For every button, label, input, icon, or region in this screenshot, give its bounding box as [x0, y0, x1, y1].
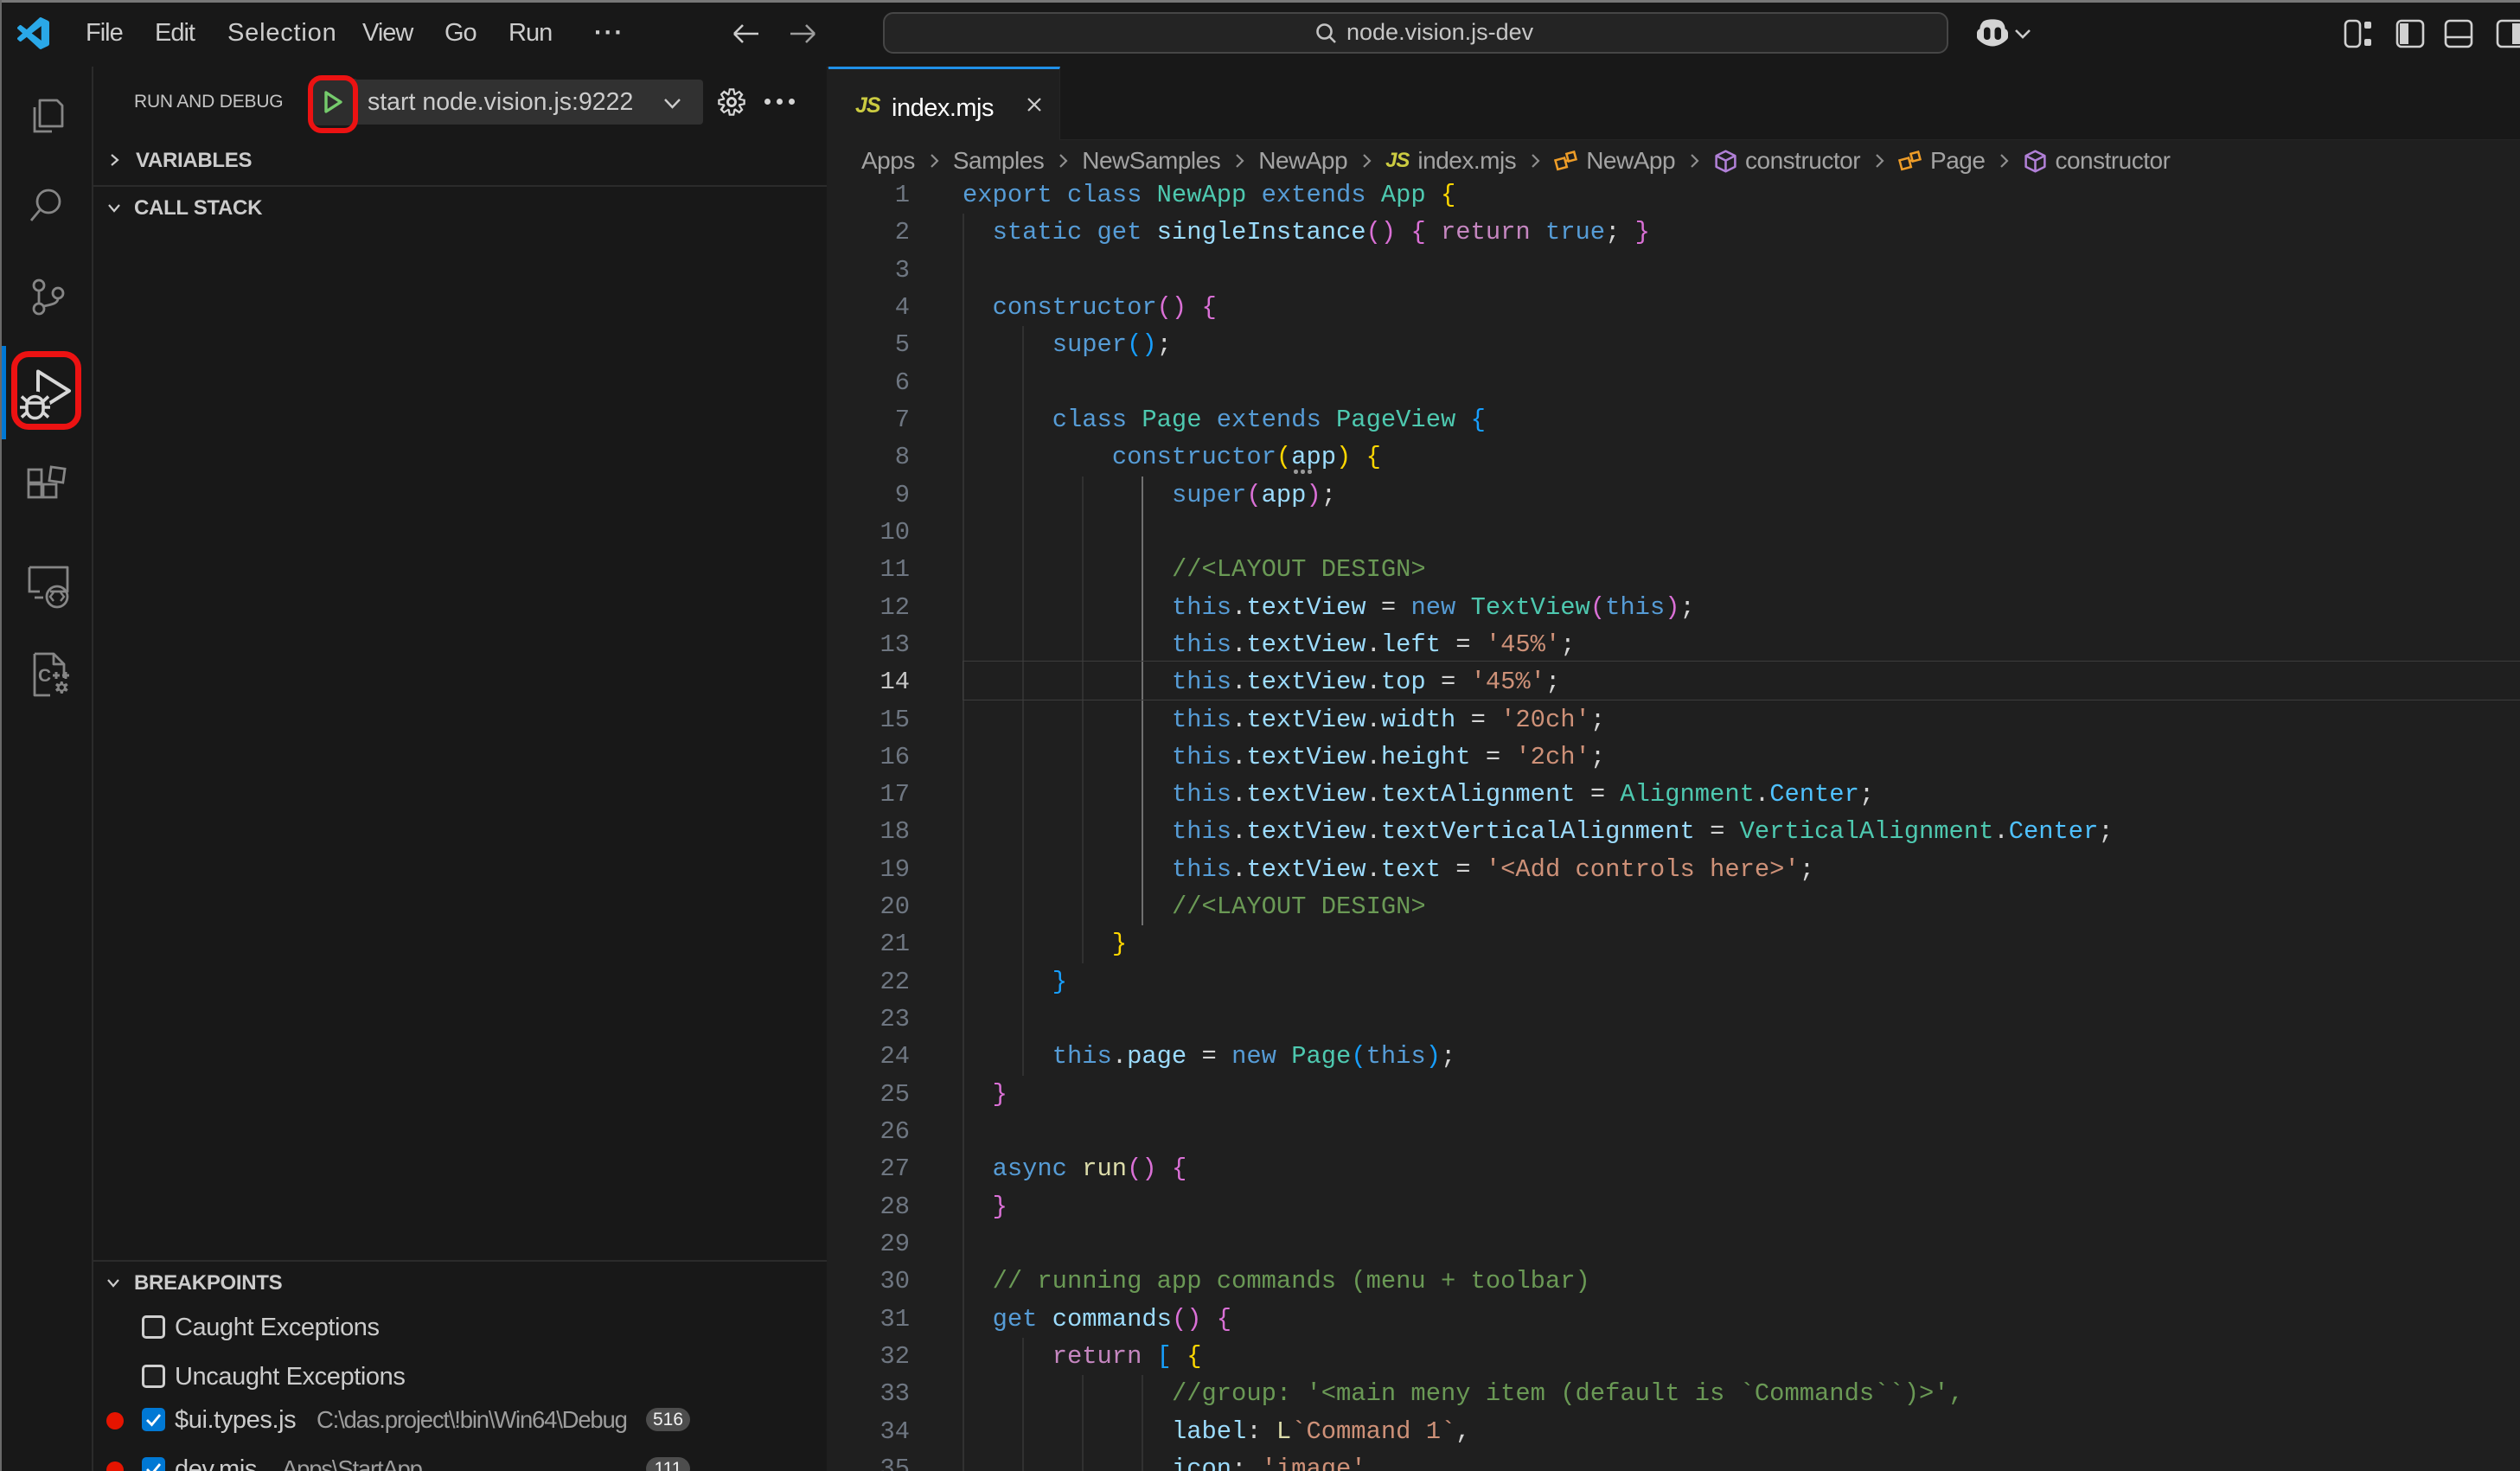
svg-text:C: C	[38, 666, 51, 686]
